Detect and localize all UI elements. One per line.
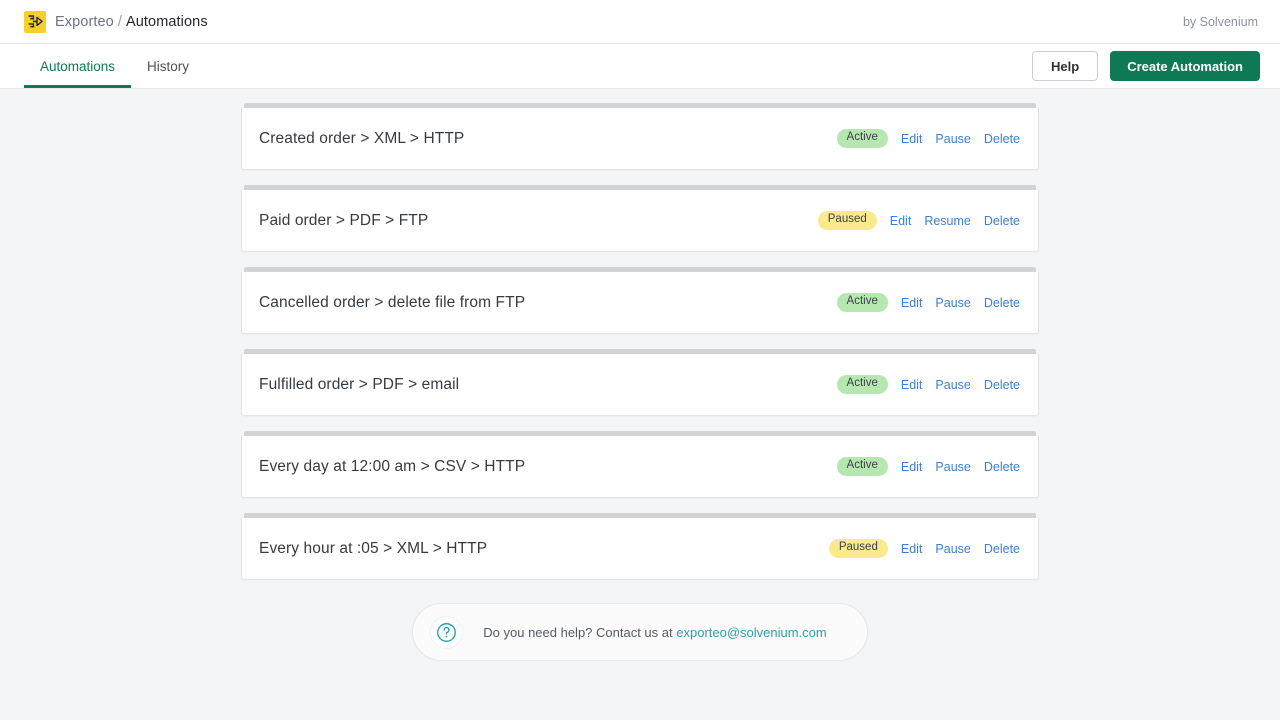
help-contact-box[interactable]: Do you need help? Contact us at exporteo… (412, 603, 868, 661)
create-automation-button[interactable]: Create Automation (1110, 51, 1260, 81)
automation-row[interactable]: Cancelled order > delete file from FTP A… (241, 272, 1039, 334)
exporteo-flow-logo-icon (24, 10, 46, 33)
delete-link[interactable]: Delete (984, 542, 1020, 556)
byline-label: by Solvenium (1182, 14, 1258, 29)
tab-automations-label: Automations (40, 58, 116, 74)
breadcrumb-separator: / (117, 13, 122, 30)
help-message: Do you need help? Contact us at exporteo… (483, 625, 826, 640)
status-badge: Active (836, 129, 888, 148)
pause-resume-link[interactable]: Pause (935, 378, 970, 392)
edit-link[interactable]: Edit (901, 296, 923, 310)
tab-list: Automations History (24, 44, 205, 88)
automation-title: Paid order > PDF > FTP (259, 211, 429, 229)
status-badge: Active (836, 457, 888, 476)
pause-resume-link[interactable]: Pause (935, 460, 970, 474)
edit-link[interactable]: Edit (901, 378, 923, 392)
help-footer: Do you need help? Contact us at exporteo… (0, 603, 1280, 661)
status-badge: Paused (817, 211, 877, 230)
tab-automations[interactable]: Automations (24, 44, 132, 88)
automation-row[interactable]: Paid order > PDF > FTP Paused Edit Resum… (241, 190, 1039, 252)
automation-actions: Paused Edit Pause Delete (828, 539, 1020, 558)
navigation-bar: Automations History Help Create Automati… (0, 44, 1280, 89)
automation-title: Cancelled order > delete file from FTP (259, 293, 526, 311)
automation-row[interactable]: Every day at 12:00 am > CSV > HTTP Activ… (241, 436, 1039, 498)
nav-actions: Help Create Automation (1032, 44, 1260, 88)
support-email-link[interactable]: exporteo@solvenium.com (676, 625, 826, 640)
edit-link[interactable]: Edit (901, 132, 923, 146)
automation-row[interactable]: Every hour at :05 > XML > HTTP Paused Ed… (241, 518, 1039, 580)
edit-link[interactable]: Edit (901, 542, 923, 556)
delete-link[interactable]: Delete (984, 132, 1020, 146)
edit-link[interactable]: Edit (901, 460, 923, 474)
automation-card: Fulfilled order > PDF > email Active Edi… (241, 349, 1039, 416)
pause-resume-link[interactable]: Pause (935, 542, 970, 556)
status-badge: Paused (828, 539, 888, 558)
automation-card: Created order > XML > HTTP Active Edit P… (241, 103, 1039, 170)
automations-list: Created order > XML > HTTP Active Edit P… (241, 103, 1039, 580)
delete-link[interactable]: Delete (984, 296, 1020, 310)
tab-history-label: History (147, 58, 190, 74)
automation-title: Every hour at :05 > XML > HTTP (259, 539, 488, 557)
delete-link[interactable]: Delete (984, 378, 1020, 392)
automation-card: Paid order > PDF > FTP Paused Edit Resum… (241, 185, 1039, 252)
automation-title: Every day at 12:00 am > CSV > HTTP (259, 457, 526, 475)
tab-history[interactable]: History (131, 44, 205, 88)
top-header-bar: Exporteo / Automations by Solvenium (0, 0, 1280, 44)
status-badge: Active (836, 375, 888, 394)
pause-resume-link[interactable]: Pause (935, 132, 970, 146)
automation-actions: Active Edit Pause Delete (836, 129, 1020, 148)
pause-resume-link[interactable]: Resume (924, 214, 971, 228)
automation-card: Cancelled order > delete file from FTP A… (241, 267, 1039, 334)
delete-link[interactable]: Delete (984, 214, 1020, 228)
breadcrumb-app-name[interactable]: Exporteo (55, 14, 114, 30)
automation-title: Created order > XML > HTTP (259, 129, 465, 147)
automation-actions: Active Edit Pause Delete (836, 375, 1020, 394)
brand-breadcrumb[interactable]: Exporteo / Automations (24, 10, 208, 33)
automation-actions: Active Edit Pause Delete (836, 293, 1020, 312)
automation-card: Every hour at :05 > XML > HTTP Paused Ed… (241, 513, 1039, 580)
question-mark-circle-icon (430, 615, 464, 649)
automation-row[interactable]: Created order > XML > HTTP Active Edit P… (241, 108, 1039, 170)
help-button[interactable]: Help (1032, 51, 1099, 81)
delete-link[interactable]: Delete (984, 460, 1020, 474)
pause-resume-link[interactable]: Pause (935, 296, 970, 310)
automation-card: Every day at 12:00 am > CSV > HTTP Activ… (241, 431, 1039, 498)
automation-title: Fulfilled order > PDF > email (259, 375, 460, 393)
breadcrumb-current-section: Automations (125, 13, 208, 30)
automation-actions: Active Edit Pause Delete (836, 457, 1020, 476)
automation-row[interactable]: Fulfilled order > PDF > email Active Edi… (241, 354, 1039, 416)
automation-actions: Paused Edit Resume Delete (817, 211, 1020, 230)
status-badge: Active (836, 293, 888, 312)
main-content: Created order > XML > HTTP Active Edit P… (0, 89, 1280, 661)
edit-link[interactable]: Edit (890, 214, 912, 228)
help-message-text: Do you need help? Contact us at (483, 624, 677, 640)
